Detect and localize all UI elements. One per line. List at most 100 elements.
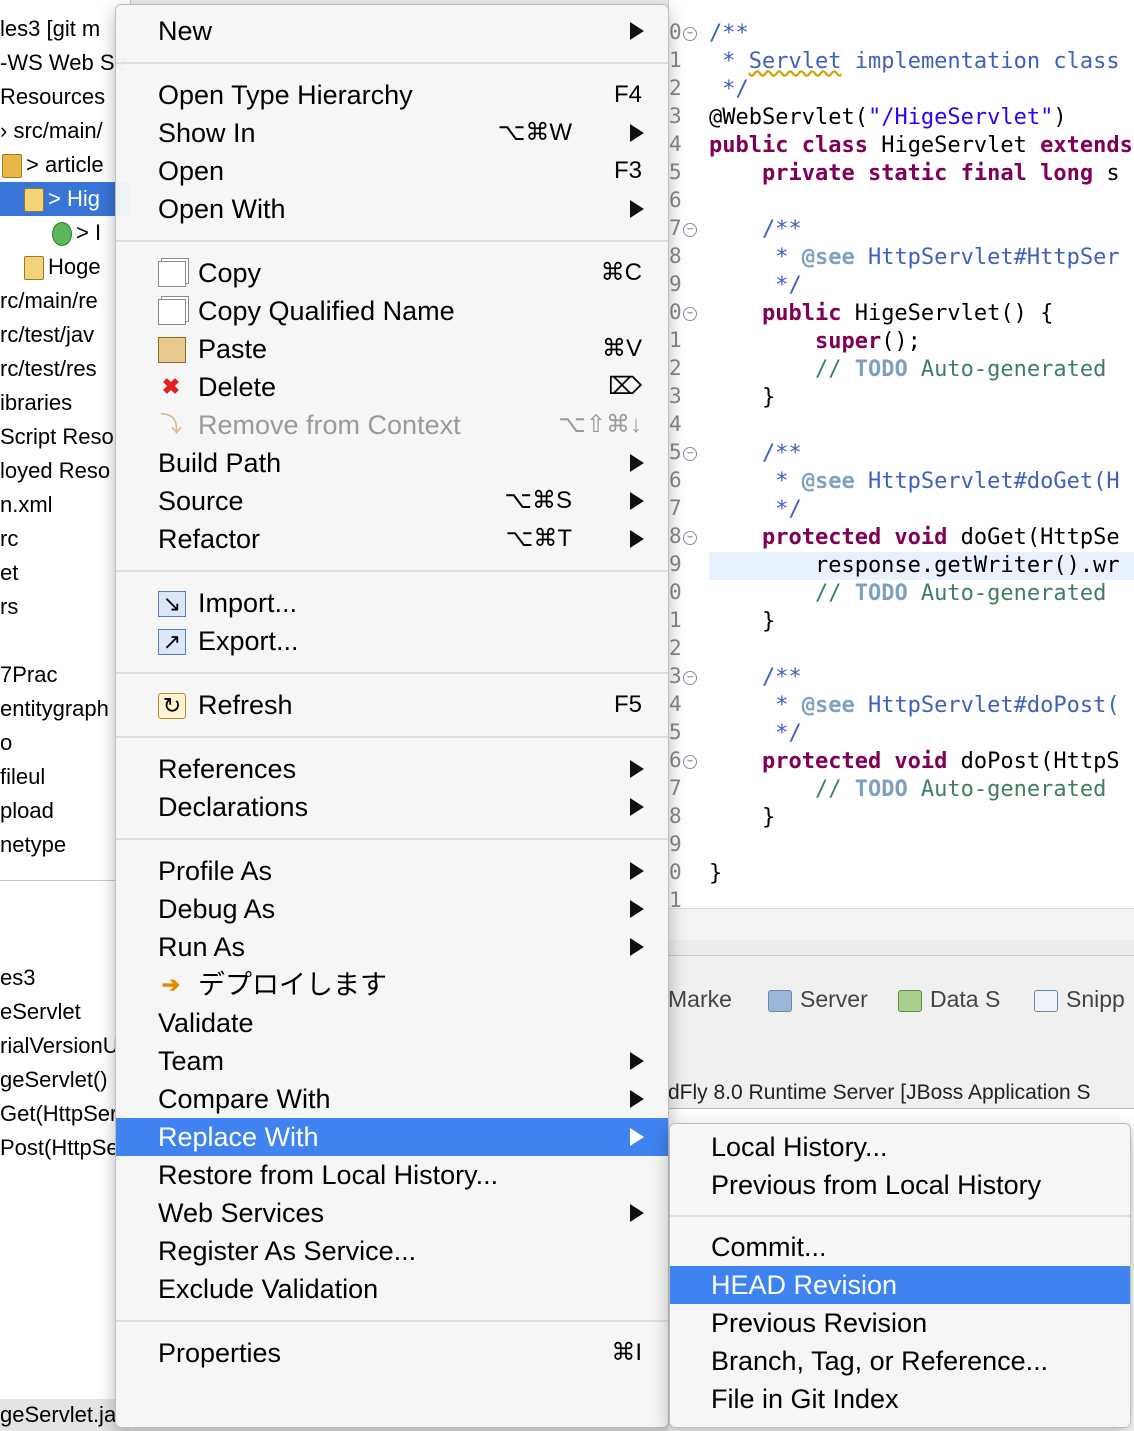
menu-item-validate[interactable]: Validate: [116, 1004, 668, 1042]
code-line[interactable]: // TODO Auto-generated: [709, 580, 1106, 608]
menu-item-copy[interactable]: Copy ⌘C: [116, 254, 668, 292]
code-line[interactable]: public class HigeServlet extends: [709, 132, 1133, 160]
explorer-tree-item[interactable]: > Hig: [0, 182, 130, 216]
menu-item-build-path[interactable]: Build Path: [116, 444, 668, 482]
menu-item-open-with[interactable]: Open With: [116, 190, 668, 228]
tab-markers[interactable]: Marke: [668, 986, 732, 1013]
explorer-tree-item[interactable]: n.xml: [0, 488, 53, 522]
menu-item-exclude-validation[interactable]: Exclude Validation: [116, 1270, 668, 1308]
explorer-tree-item[interactable]: rc/test/res: [0, 352, 97, 386]
menu-item-team[interactable]: Team: [116, 1042, 668, 1080]
explorer-tree-item[interactable]: loyed Reso: [0, 454, 110, 488]
explorer-tree-item[interactable]: fileul: [0, 760, 45, 794]
menu-item-item[interactable]: ➔ デプロイします: [116, 966, 668, 1004]
tab-data-source[interactable]: Data S: [898, 986, 1000, 1013]
code-line[interactable]: * @see HttpServlet#doGet(H: [709, 468, 1119, 496]
outline-item[interactable]: Get(HttpSer: [0, 1097, 117, 1131]
menu-item-properties[interactable]: Properties ⌘I: [116, 1334, 668, 1372]
explorer-tree-item[interactable]: ibraries: [0, 386, 72, 420]
explorer-tree-item[interactable]: 7Prac: [0, 658, 57, 692]
menu-item-previous-from-local-history[interactable]: Previous from Local History: [670, 1166, 1130, 1204]
menu-item-local-history[interactable]: Local History...: [670, 1128, 1130, 1166]
menu-item-open[interactable]: Open F3: [116, 152, 668, 190]
fold-toggle-icon[interactable]: −: [683, 755, 697, 769]
menu-item-commit[interactable]: Commit...: [670, 1228, 1130, 1266]
explorer-tree-item[interactable]: rc: [0, 522, 18, 556]
menu-item-debug-as[interactable]: Debug As: [116, 890, 668, 928]
code-line[interactable]: * @see HttpServlet#HttpSer: [709, 244, 1119, 272]
code-line[interactable]: /**: [709, 216, 802, 244]
code-line[interactable]: */: [709, 272, 802, 300]
menu-item-compare-with[interactable]: Compare With: [116, 1080, 668, 1118]
explorer-tree-item[interactable]: entitygraph: [0, 692, 109, 726]
code-line[interactable]: public HigeServlet() {: [709, 300, 1053, 328]
explorer-tree-item[interactable]: Hoge: [0, 250, 101, 284]
menu-item-profile-as[interactable]: Profile As: [116, 852, 668, 890]
code-line[interactable]: // TODO Auto-generated: [709, 356, 1106, 384]
editor-horizontal-scrollbar[interactable]: [669, 908, 1134, 940]
menu-item-file-in-git-index[interactable]: File in Git Index: [670, 1380, 1130, 1418]
menu-item-open-type-hierarchy[interactable]: Open Type Hierarchy F4: [116, 76, 668, 114]
explorer-tree-item[interactable]: Script Reso: [0, 420, 114, 454]
menu-item-restore-from-local-history[interactable]: Restore from Local History...: [116, 1156, 668, 1194]
explorer-tree-item[interactable]: -WS Web Se: [0, 46, 127, 80]
fold-toggle-icon[interactable]: −: [683, 531, 697, 545]
code-line[interactable]: // TODO Auto-generated: [709, 776, 1106, 804]
code-line[interactable]: */: [709, 76, 749, 104]
menu-item-references[interactable]: References: [116, 750, 668, 788]
menu-item-branch-tag-or-reference[interactable]: Branch, Tag, or Reference...: [670, 1342, 1130, 1380]
explorer-tree-item[interactable]: › src/main/: [0, 114, 103, 148]
explorer-tree-item[interactable]: et: [0, 556, 18, 590]
code-line[interactable]: protected void doPost(HttpS: [709, 748, 1120, 776]
code-line[interactable]: }: [709, 804, 775, 832]
code-line[interactable]: * Servlet implementation class: [709, 48, 1119, 76]
outline-item[interactable]: eServlet: [0, 995, 81, 1029]
menu-item-web-services[interactable]: Web Services: [116, 1194, 668, 1232]
code-line[interactable]: super();: [709, 328, 921, 356]
code-line[interactable]: @WebServlet("/HigeServlet"): [709, 104, 1067, 132]
explorer-tree-item[interactable]: > article: [0, 148, 104, 182]
menu-item-head-revision[interactable]: HEAD Revision: [670, 1266, 1130, 1304]
code-line[interactable]: */: [709, 720, 802, 748]
menu-item-declarations[interactable]: Declarations: [116, 788, 668, 826]
fold-toggle-icon[interactable]: −: [683, 223, 697, 237]
fold-toggle-icon[interactable]: −: [683, 27, 697, 41]
outline-item[interactable]: Post(HttpSe: [0, 1131, 119, 1165]
menu-item-run-as[interactable]: Run As: [116, 928, 668, 966]
code-line[interactable]: }: [709, 608, 775, 636]
menu-item-replace-with[interactable]: Replace With: [116, 1118, 668, 1156]
outline-bottom-tab[interactable]: geServlet.ja: [0, 1399, 130, 1431]
explorer-tree-item[interactable]: pload: [0, 794, 54, 828]
menu-item-copy-qualified-name[interactable]: Copy Qualified Name: [116, 292, 668, 330]
menu-item-refactor[interactable]: Refactor ⌥⌘T: [116, 520, 668, 558]
menu-item-previous-revision[interactable]: Previous Revision: [670, 1304, 1130, 1342]
code-line[interactable]: */: [709, 496, 802, 524]
explorer-tree-item[interactable]: les3 [git m: [0, 12, 100, 46]
fold-toggle-icon[interactable]: −: [683, 307, 697, 321]
menu-item-refresh[interactable]: ↻ Refresh F5: [116, 686, 668, 724]
fold-toggle-icon[interactable]: −: [683, 447, 697, 461]
explorer-tree-item[interactable]: rc/main/re: [0, 284, 98, 318]
explorer-tree-item[interactable]: rc/test/jav: [0, 318, 94, 352]
fold-toggle-icon[interactable]: −: [683, 671, 697, 685]
menu-item-export[interactable]: ↗ Export...: [116, 622, 668, 660]
code-line[interactable]: * @see HttpServlet#doPost(: [709, 692, 1119, 720]
outline-item[interactable]: rialVersionU: [0, 1029, 119, 1063]
tab-snippets[interactable]: Snipp: [1034, 986, 1125, 1013]
outline-item[interactable]: geServlet(): [0, 1063, 108, 1097]
menu-item-source[interactable]: Source ⌥⌘S: [116, 482, 668, 520]
explorer-tree-item[interactable]: netype: [0, 828, 66, 862]
code-line[interactable]: /**: [709, 20, 749, 48]
java-editor[interactable]: 0−/** 1 * Servlet implementation class 2 *…: [668, 0, 1134, 940]
explorer-tree-item[interactable]: o: [0, 726, 12, 760]
code-line[interactable]: private static final long s: [709, 160, 1120, 188]
menu-item-paste[interactable]: Paste ⌘V: [116, 330, 668, 368]
explorer-tree-item[interactable]: rs: [0, 590, 18, 624]
code-line[interactable]: /**: [709, 664, 802, 692]
menu-item-import[interactable]: ↘ Import...: [116, 584, 668, 622]
code-line[interactable]: /**: [709, 440, 802, 468]
code-line[interactable]: response.getWriter().wr: [709, 552, 1120, 580]
menu-item-register-as-service[interactable]: Register As Service...: [116, 1232, 668, 1270]
code-line[interactable]: }: [709, 860, 722, 888]
tab-servers[interactable]: Server: [768, 986, 868, 1013]
